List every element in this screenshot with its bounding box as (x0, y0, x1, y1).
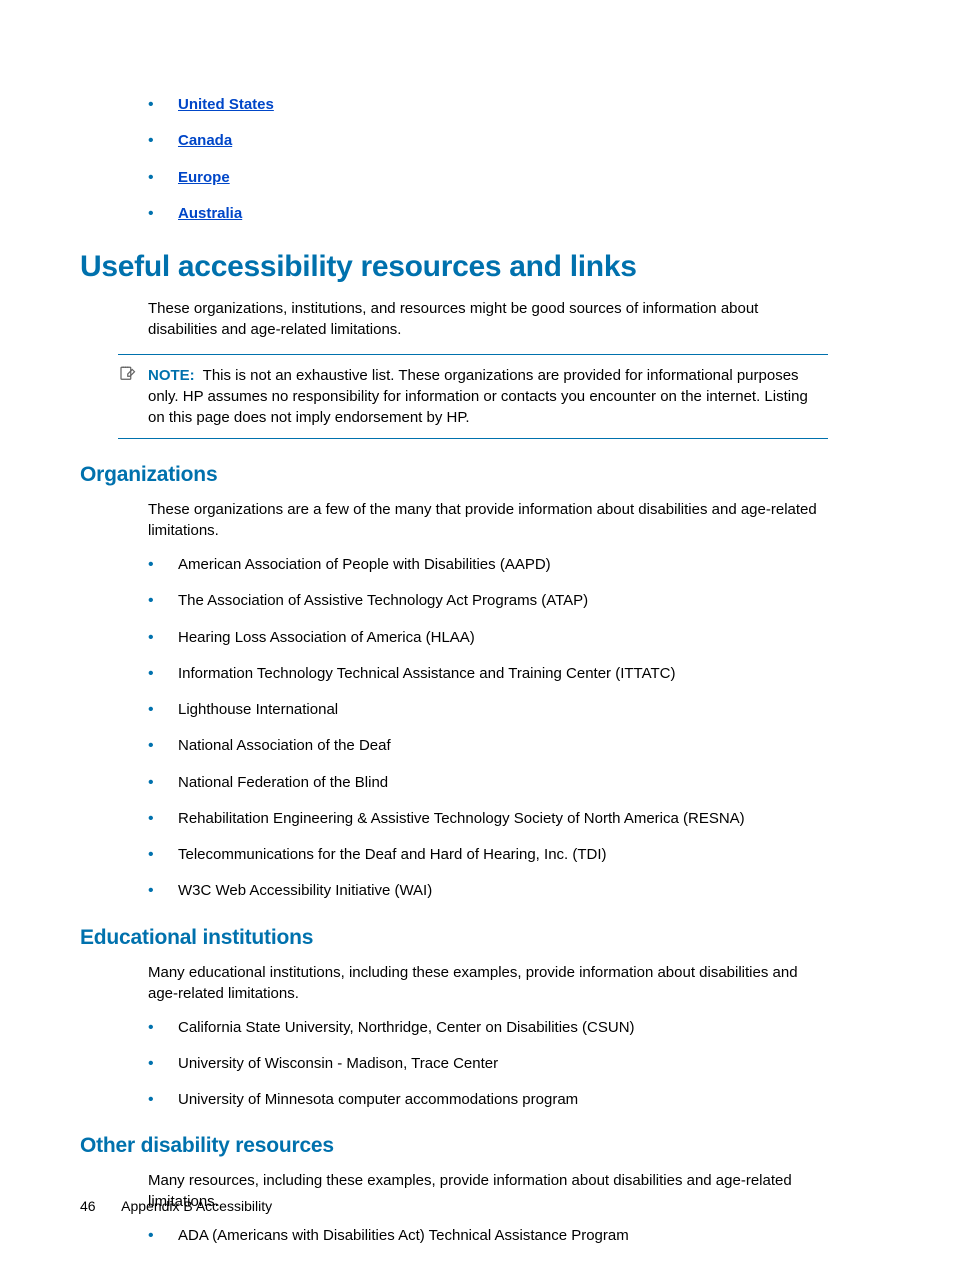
note-body: NOTE:This is not an exhaustive list. The… (118, 365, 828, 428)
list-item: Australia (148, 204, 828, 224)
document-page: United States Canada Europe Australia Us… (0, 0, 954, 1270)
organizations-paragraph: These organizations are a few of the man… (148, 499, 828, 541)
footer-label: Appendix B Accessibility (121, 1198, 272, 1214)
page-footer: 46 Appendix B Accessibility (80, 1198, 272, 1214)
intro-paragraph: These organizations, institutions, and r… (148, 298, 828, 340)
list-item: Rehabilitation Engineering & Assistive T… (148, 809, 828, 829)
other-resources-list: ADA (Americans with Disabilities Act) Te… (148, 1226, 828, 1246)
heading-organizations: Organizations (80, 463, 828, 487)
list-item: Lighthouse International (148, 700, 828, 720)
organizations-list: American Association of People with Disa… (148, 555, 828, 902)
list-item: W3C Web Accessibility Initiative (WAI) (148, 881, 828, 901)
list-item: Hearing Loss Association of America (HLA… (148, 628, 828, 648)
list-item: The Association of Assistive Technology … (148, 591, 828, 611)
page-number: 46 (80, 1198, 118, 1214)
note-label: NOTE: (148, 367, 195, 384)
link-europe[interactable]: Europe (178, 169, 230, 186)
list-item: University of Minnesota computer accommo… (148, 1090, 828, 1110)
list-item: California State University, Northridge,… (148, 1018, 828, 1038)
heading-useful-resources: Useful accessibility resources and links (80, 250, 828, 284)
note-icon (118, 365, 138, 385)
list-item: National Association of the Deaf (148, 736, 828, 756)
note-text: This is not an exhaustive list. These or… (148, 367, 808, 426)
list-item: Information Technology Technical Assista… (148, 664, 828, 684)
page-content: United States Canada Europe Australia Us… (148, 95, 828, 1247)
list-item: American Association of People with Disa… (148, 555, 828, 575)
heading-educational: Educational institutions (80, 926, 828, 950)
list-item: Europe (148, 168, 828, 188)
top-links-list: United States Canada Europe Australia (148, 95, 828, 224)
note-box: NOTE:This is not an exhaustive list. The… (118, 354, 828, 439)
list-item: United States (148, 95, 828, 115)
list-item: Canada (148, 131, 828, 151)
educational-paragraph: Many educational institutions, including… (148, 962, 828, 1004)
list-item: University of Wisconsin - Madison, Trace… (148, 1054, 828, 1074)
heading-other-resources: Other disability resources (80, 1134, 828, 1158)
link-canada[interactable]: Canada (178, 132, 232, 149)
link-united-states[interactable]: United States (178, 96, 274, 113)
list-item: Telecommunications for the Deaf and Hard… (148, 845, 828, 865)
list-item: ADA (Americans with Disabilities Act) Te… (148, 1226, 828, 1246)
list-item: National Federation of the Blind (148, 773, 828, 793)
link-australia[interactable]: Australia (178, 205, 242, 222)
educational-list: California State University, Northridge,… (148, 1018, 828, 1111)
